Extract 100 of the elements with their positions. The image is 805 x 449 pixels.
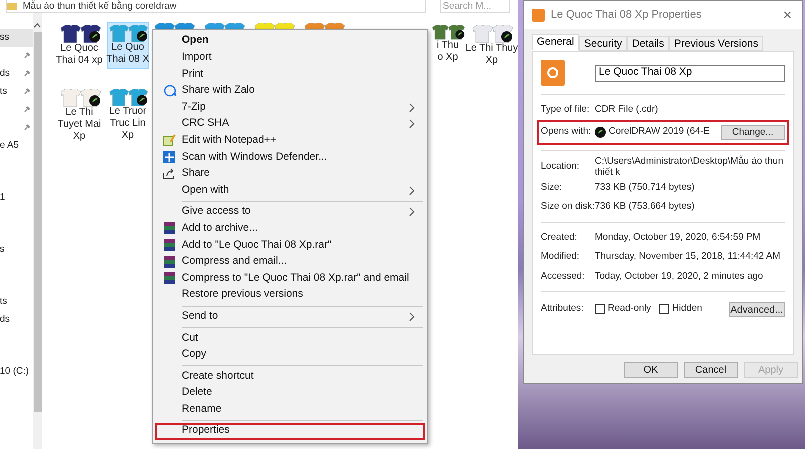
- pin-icon: [24, 124, 31, 131]
- property-label: Attributes:: [541, 302, 585, 316]
- property-label: Modified:: [541, 251, 581, 262]
- chevron-right-icon: [409, 186, 415, 196]
- property-label: Type of file:: [541, 104, 591, 116]
- property-value: 736 KB (753,664 bytes): [595, 201, 696, 212]
- menu-item[interactable]: Properties: [155, 423, 425, 440]
- nav-item[interactable]: ds: [0, 311, 33, 329]
- menu-item[interactable]: Give access to: [155, 204, 425, 221]
- window-title: Le Quoc Thai 08 Xp Properties: [551, 8, 703, 23]
- books-icon: [163, 256, 176, 269]
- chevron-right-icon: [409, 312, 415, 322]
- file-item[interactable]: Le Truor Truc Lin Xp: [107, 86, 149, 146]
- nav-item[interactable]: ds: [0, 65, 33, 83]
- tshirt-thumbnail-icon: [108, 25, 148, 42]
- pin-icon: [24, 88, 31, 95]
- books-icon: [163, 272, 176, 286]
- menu-item[interactable]: Compress to "Le Quoc Thai 08 Xp.rar" and email: [155, 270, 425, 287]
- nav-item[interactable]: ts: [0, 83, 33, 101]
- property-label: Accessed:: [541, 270, 586, 282]
- app-logo-icon: [532, 8, 545, 22]
- file-item[interactable]: Le Quoc Thai 04 xp: [52, 22, 107, 70]
- menu-item[interactable]: Create shortcut: [155, 368, 425, 385]
- nav-item[interactable]: 10 (C:): [0, 363, 33, 381]
- menu-item[interactable]: Send to: [155, 308, 425, 326]
- folder-icon: [7, 2, 17, 10]
- shield-icon: [163, 150, 176, 164]
- tab[interactable]: Details: [627, 36, 670, 51]
- property-value: 733 KB (750,714 bytes): [595, 182, 696, 193]
- tshirt-thumbnail-icon: [108, 89, 148, 106]
- chat-bubble-icon: [162, 85, 176, 98]
- dialog-button[interactable]: Cancel: [684, 362, 738, 378]
- dialog-button[interactable]: OK: [624, 362, 678, 378]
- property-value: C:\Users\Administrator\Desktop\Mẫu áo thun thiết k: [595, 156, 784, 178]
- property-value: CDR File (.cdr): [595, 104, 660, 116]
- menu-item[interactable]: Share: [155, 166, 425, 182]
- close-button[interactable]: ×: [781, 8, 794, 22]
- menu-item[interactable]: 7-Zip: [155, 99, 425, 116]
- file-item[interactable]: i Thu o Xp: [430, 22, 466, 67]
- chevron-right-icon: [409, 119, 415, 130]
- menu-item[interactable]: Share with Zalo: [155, 82, 425, 100]
- nav-item[interactable]: ts: [0, 293, 33, 311]
- menu-item[interactable]: Compress and email...: [155, 254, 425, 270]
- file-item[interactable]: Le Quo Thai 08 X: [107, 22, 149, 70]
- books-icon: [163, 222, 176, 236]
- file-item[interactable]: Le Thi Thuy Xp: [466, 22, 518, 70]
- property-value: Today, October 19, 2020, 2 minutes ago: [595, 270, 764, 282]
- nav-item[interactable]: e A5: [0, 137, 33, 155]
- property-value: Monday, October 19, 2020, 6:54:59 PM: [595, 232, 762, 243]
- property-label: Size:: [541, 182, 564, 193]
- file-name: Le Quoc Thai 04 xp: [56, 43, 103, 67]
- pin-icon: [24, 70, 31, 77]
- file-item[interactable]: Le Thi Tuyet Mai Xp: [52, 86, 107, 146]
- file-name: i Thu o Xp: [436, 40, 460, 64]
- tshirt-thumbnail-icon: [471, 25, 513, 43]
- menu-item[interactable]: Cut: [155, 330, 425, 347]
- menu-item[interactable]: Print: [155, 66, 425, 83]
- notepad-icon: [163, 134, 176, 148]
- tab[interactable]: General: [532, 34, 580, 51]
- pin-icon: [24, 52, 31, 59]
- advanced-button[interactable]: Advanced...: [729, 302, 785, 316]
- nav-item[interactable]: 1: [0, 189, 33, 207]
- menu-item[interactable]: Add to "Le Quoc Thai 08 Xp.rar": [155, 237, 425, 254]
- tab[interactable]: Security: [579, 36, 628, 51]
- scrollbar[interactable]: [33, 13, 42, 449]
- file-name: Le Truor Truc Lin Xp: [109, 106, 147, 142]
- menu-item[interactable]: CRC SHA: [155, 116, 425, 133]
- file-type-icon: [541, 60, 565, 86]
- checkbox[interactable]: Hidden: [659, 302, 702, 316]
- menu-item[interactable]: Copy: [155, 346, 425, 364]
- menu-item[interactable]: Restore previous versions: [155, 286, 425, 304]
- pin-icon: [24, 106, 31, 113]
- menu-item[interactable]: Add to archive...: [155, 220, 425, 238]
- nav-item[interactable]: s: [0, 241, 33, 259]
- nav-item[interactable]: ss: [0, 29, 33, 47]
- share-icon: [163, 168, 176, 180]
- property-label: Created:: [541, 232, 578, 243]
- menu-item[interactable]: Rename: [155, 401, 425, 418]
- file-name: Le Thi Thuy Xp: [466, 43, 518, 67]
- menu-item[interactable]: Delete: [155, 384, 425, 402]
- address-text: Mẫu áo thun thiết kế bằng coreldraw: [23, 0, 177, 12]
- menu-item[interactable]: Open with: [155, 182, 425, 199]
- menu-item[interactable]: Import: [155, 50, 425, 66]
- menu-item[interactable]: Open: [155, 33, 425, 50]
- file-name-field[interactable]: Le Quoc Thai 08 Xp: [595, 64, 785, 82]
- menu-item[interactable]: Edit with Notepad++: [155, 132, 425, 150]
- checkbox[interactable]: Read-only: [595, 302, 652, 316]
- books-icon: [163, 238, 176, 252]
- tshirt-thumbnail-icon: [58, 25, 100, 43]
- tab[interactable]: Previous Versions: [669, 36, 764, 51]
- menu-item[interactable]: Scan with Windows Defender...: [155, 149, 425, 166]
- property-value: CorelDRAW 2019 (64-E: [609, 124, 710, 139]
- change-button[interactable]: Change...: [721, 124, 785, 140]
- app-logo-icon: [595, 126, 606, 138]
- property-label: Size on disk:: [541, 201, 595, 212]
- file-name: Le Thi Tuyet Mai Xp: [58, 107, 102, 143]
- tshirt-thumbnail-icon: [58, 89, 100, 107]
- address-bar[interactable]: Mẫu áo thun thiết kế bằng coreldraw: [6, 0, 426, 13]
- property-label: Location:: [541, 161, 581, 172]
- chevron-right-icon: [409, 207, 415, 218]
